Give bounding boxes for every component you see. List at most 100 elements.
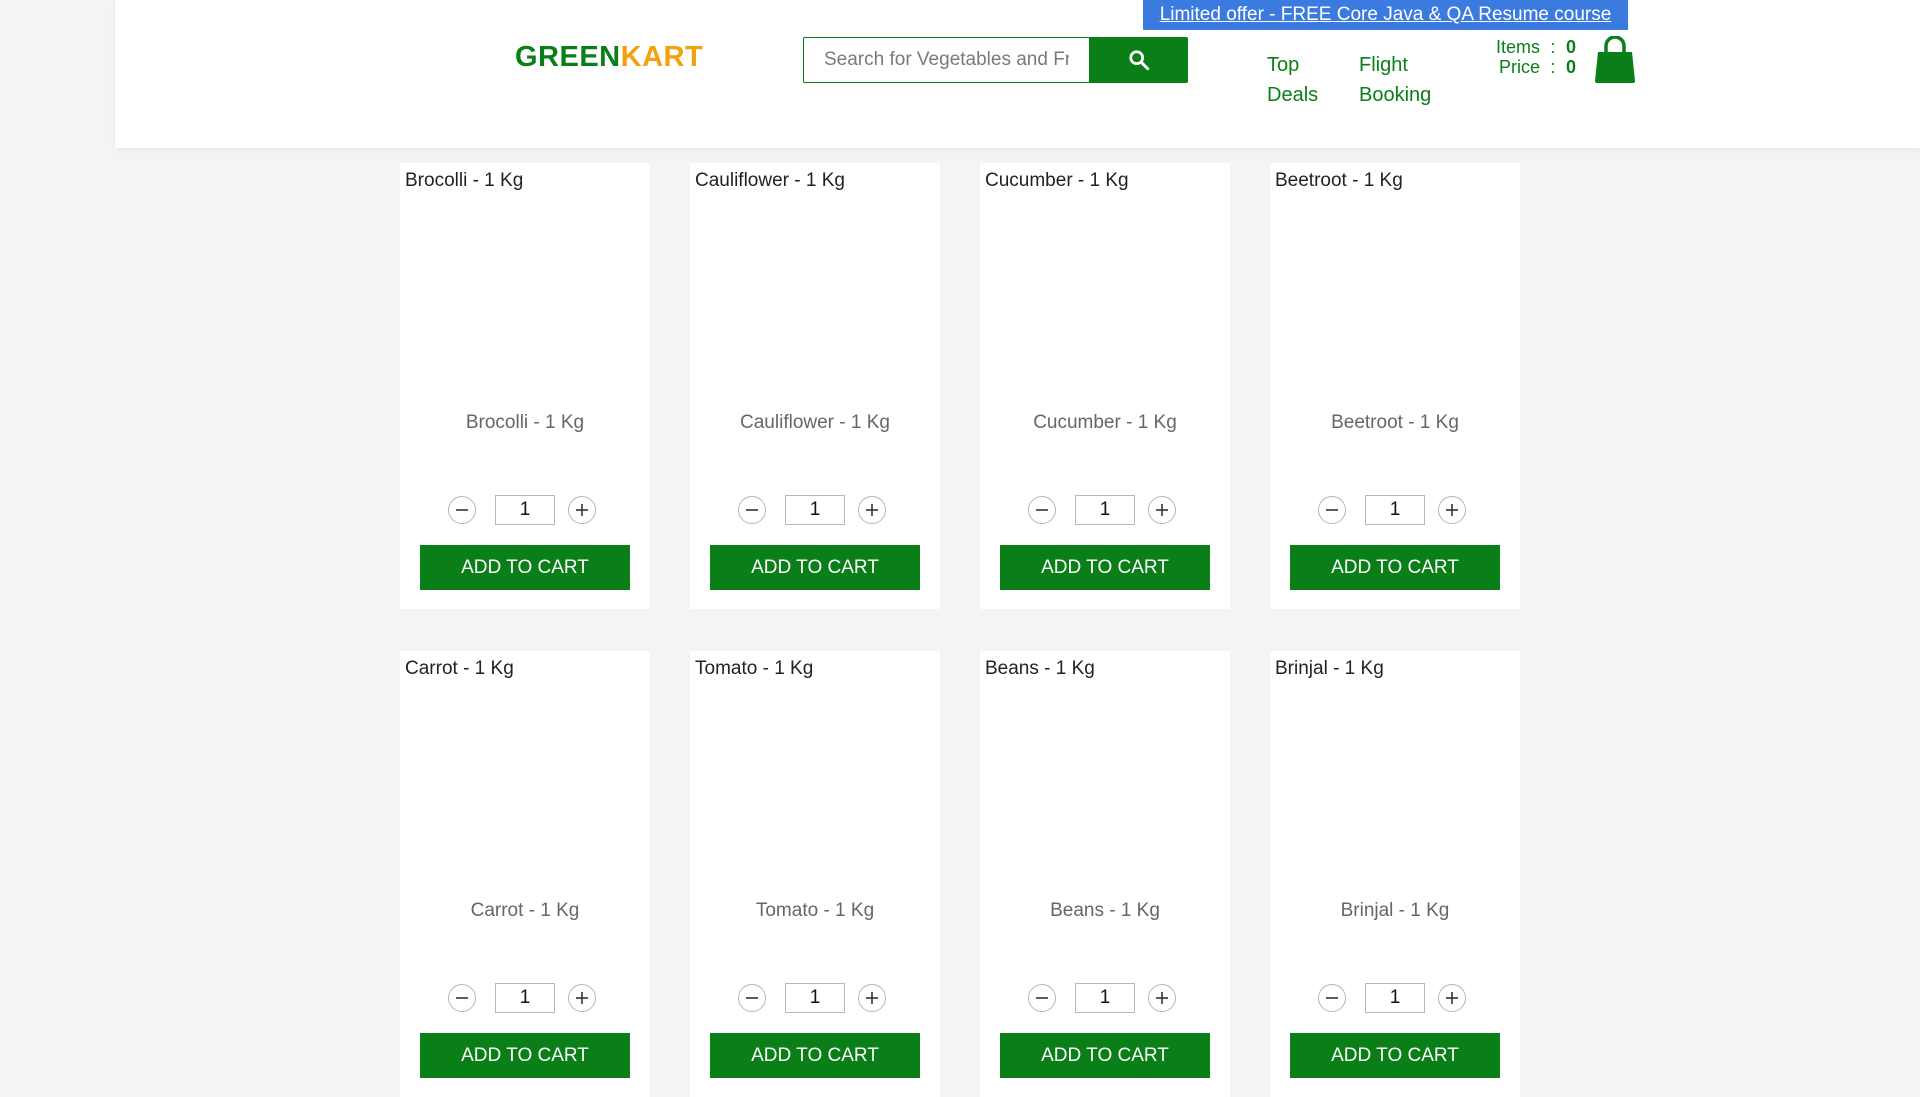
cart-items-row: Items : 0: [1480, 37, 1580, 57]
cart-summary: Items : 0 Price : 0: [1480, 37, 1580, 77]
plus-icon: [866, 504, 878, 516]
add-to-cart-button[interactable]: ADD TO CART: [710, 545, 920, 590]
increment-button[interactable]: [1148, 984, 1176, 1012]
minus-icon: [1036, 997, 1048, 999]
quantity-stepper: [738, 495, 892, 527]
quantity-stepper: [1318, 495, 1472, 527]
promo-link[interactable]: Limited offer - FREE Core Java & QA Resu…: [1143, 0, 1628, 30]
product-image[interactable]: [985, 687, 1225, 867]
brand-logo[interactable]: GREENKART: [515, 41, 703, 74]
increment-button[interactable]: [858, 984, 886, 1012]
decrement-button[interactable]: [1028, 984, 1056, 1012]
product-caption: Cauliflower - 1 Kg: [740, 412, 890, 433]
nav-top-deals-line-1: Top: [1267, 54, 1300, 76]
product-name: Tomato - 1 Kg: [695, 658, 814, 679]
product-image[interactable]: [985, 199, 1225, 379]
product-card: Carrot - 1 Kg Carrot - 1 Kg ADD TO CART: [400, 651, 650, 1097]
search-icon: [1128, 50, 1149, 71]
product-image[interactable]: [405, 687, 645, 867]
product-card: Beetroot - 1 Kg Beetroot - 1 Kg ADD TO C…: [1270, 163, 1520, 609]
decrement-button[interactable]: [1318, 496, 1346, 524]
nav-top-deals[interactable]: Top Deals: [1267, 50, 1337, 110]
quantity-input[interactable]: [1075, 495, 1135, 525]
decrement-button[interactable]: [448, 984, 476, 1012]
plus-icon: [1156, 504, 1168, 516]
quantity-input[interactable]: [785, 495, 845, 525]
product-image[interactable]: [405, 199, 645, 379]
product-caption: Beans - 1 Kg: [1050, 900, 1160, 921]
nav-flight-booking-line-1: Flight: [1359, 54, 1408, 76]
quantity-input[interactable]: [785, 983, 845, 1013]
product-image[interactable]: [1275, 687, 1515, 867]
add-to-cart-button[interactable]: ADD TO CART: [420, 1033, 630, 1078]
search-input[interactable]: [803, 37, 1089, 83]
increment-button[interactable]: [1438, 496, 1466, 524]
minus-icon: [1036, 509, 1048, 511]
decrement-button[interactable]: [1318, 984, 1346, 1012]
minus-icon: [456, 509, 468, 511]
product-card: Cauliflower - 1 Kg Cauliflower - 1 Kg AD…: [690, 163, 940, 609]
shopping-bag-icon[interactable]: [1593, 35, 1637, 84]
nav-flight-booking-line-2: Booking: [1359, 84, 1432, 106]
product-image[interactable]: [695, 687, 935, 867]
cart-items-label: Items: [1495, 37, 1540, 57]
cart-price-value: 0: [1566, 57, 1577, 77]
increment-button[interactable]: [858, 496, 886, 524]
add-to-cart-button[interactable]: ADD TO CART: [1290, 545, 1500, 590]
decrement-button[interactable]: [448, 496, 476, 524]
add-to-cart-button[interactable]: ADD TO CART: [1290, 1033, 1500, 1078]
increment-button[interactable]: [1148, 496, 1176, 524]
quantity-stepper: [448, 983, 602, 1015]
plus-icon: [576, 504, 588, 516]
decrement-button[interactable]: [738, 984, 766, 1012]
quantity-stepper: [448, 495, 602, 527]
product-name: Carrot - 1 Kg: [405, 658, 514, 679]
search-button[interactable]: [1089, 37, 1188, 83]
minus-icon: [746, 997, 758, 999]
decrement-button[interactable]: [738, 496, 766, 524]
quantity-stepper: [1318, 983, 1472, 1015]
plus-icon: [1156, 992, 1168, 1004]
quantity-input[interactable]: [495, 495, 555, 525]
nav-flight-booking[interactable]: Flight Booking: [1359, 50, 1449, 110]
decrement-button[interactable]: [1028, 496, 1056, 524]
add-to-cart-button[interactable]: ADD TO CART: [710, 1033, 920, 1078]
quantity-input[interactable]: [1075, 983, 1135, 1013]
product-image[interactable]: [695, 199, 935, 379]
product-card: Tomato - 1 Kg Tomato - 1 Kg ADD TO CART: [690, 651, 940, 1097]
product-card: Beans - 1 Kg Beans - 1 Kg ADD TO CART: [980, 651, 1230, 1097]
product-caption: Brocolli - 1 Kg: [465, 412, 585, 433]
product-caption: Beetroot - 1 Kg: [1331, 412, 1459, 433]
add-to-cart-button[interactable]: ADD TO CART: [1000, 1033, 1210, 1078]
plus-icon: [866, 992, 878, 1004]
quantity-stepper: [1028, 983, 1182, 1015]
quantity-stepper: [738, 983, 892, 1015]
nav-top-deals-line-2: Deals: [1267, 84, 1319, 106]
minus-icon: [1326, 997, 1338, 999]
product-card: Brinjal - 1 Kg Brinjal - 1 Kg ADD TO CAR…: [1270, 651, 1520, 1097]
minus-icon: [456, 997, 468, 999]
add-to-cart-button[interactable]: ADD TO CART: [420, 545, 630, 590]
search-bar: [803, 37, 1188, 83]
increment-button[interactable]: [1438, 984, 1466, 1012]
product-card: Cucumber - 1 Kg Cucumber - 1 Kg ADD TO C…: [980, 163, 1230, 609]
product-name: Beans - 1 Kg: [985, 658, 1095, 679]
quantity-input[interactable]: [1365, 983, 1425, 1013]
cart-items-separator: :: [1550, 37, 1556, 57]
plus-icon: [576, 992, 588, 1004]
increment-button[interactable]: [568, 496, 596, 524]
add-to-cart-button[interactable]: ADD TO CART: [1000, 545, 1210, 590]
product-name: Brocolli - 1 Kg: [405, 170, 524, 191]
increment-button[interactable]: [568, 984, 596, 1012]
product-image[interactable]: [1275, 199, 1515, 379]
quantity-stepper: [1028, 495, 1182, 527]
quantity-input[interactable]: [495, 983, 555, 1013]
cart-price-label: Price: [1498, 57, 1540, 77]
product-name: Cauliflower - 1 Kg: [695, 170, 845, 191]
product-card: Brocolli - 1 Kg Brocolli - 1 Kg ADD TO C…: [400, 163, 650, 609]
quantity-input[interactable]: [1365, 495, 1425, 525]
product-name: Cucumber - 1 Kg: [985, 170, 1129, 191]
minus-icon: [746, 509, 758, 511]
plus-icon: [1446, 992, 1458, 1004]
cart-price-separator: :: [1550, 57, 1556, 77]
